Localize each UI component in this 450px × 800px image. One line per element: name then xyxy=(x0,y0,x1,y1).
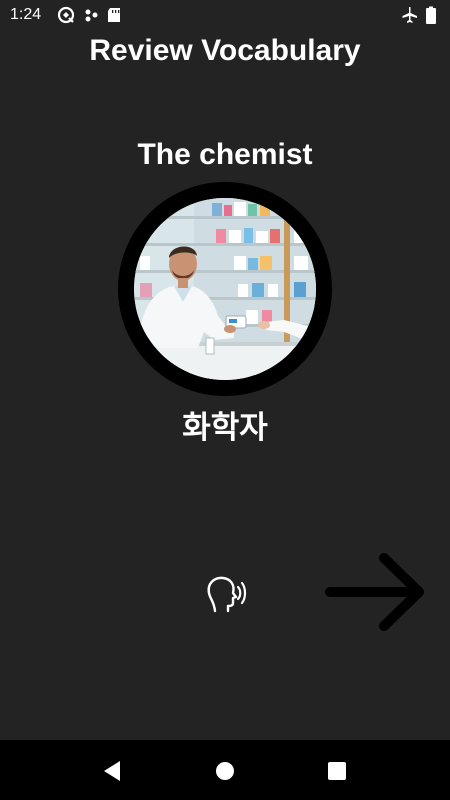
status-icons-right xyxy=(402,6,436,24)
airplane-mode-icon xyxy=(402,7,417,23)
navigation-bar xyxy=(0,740,450,800)
status-time: 1:24 xyxy=(10,6,42,23)
speak-button[interactable] xyxy=(203,573,247,613)
recents-icon[interactable] xyxy=(324,758,350,784)
arrow-right-icon xyxy=(325,553,424,631)
battery-icon xyxy=(426,6,436,24)
home-icon[interactable] xyxy=(212,758,238,784)
word-korean: 화학자 xyxy=(182,410,268,446)
status-bar: 1:24 xyxy=(0,0,450,30)
speak-icon xyxy=(207,576,247,613)
sync-icon xyxy=(58,6,75,24)
dots-icon xyxy=(85,9,98,22)
status-icons-left xyxy=(58,6,120,24)
page-title: Review Vocabulary xyxy=(89,34,361,67)
sd-card-icon xyxy=(108,8,120,22)
next-button[interactable] xyxy=(322,552,428,632)
pharmacist-illustration xyxy=(134,198,316,380)
back-icon[interactable] xyxy=(100,758,126,784)
word-image xyxy=(134,198,316,380)
word-english: The chemist xyxy=(137,138,313,171)
word-image-frame xyxy=(118,182,332,396)
